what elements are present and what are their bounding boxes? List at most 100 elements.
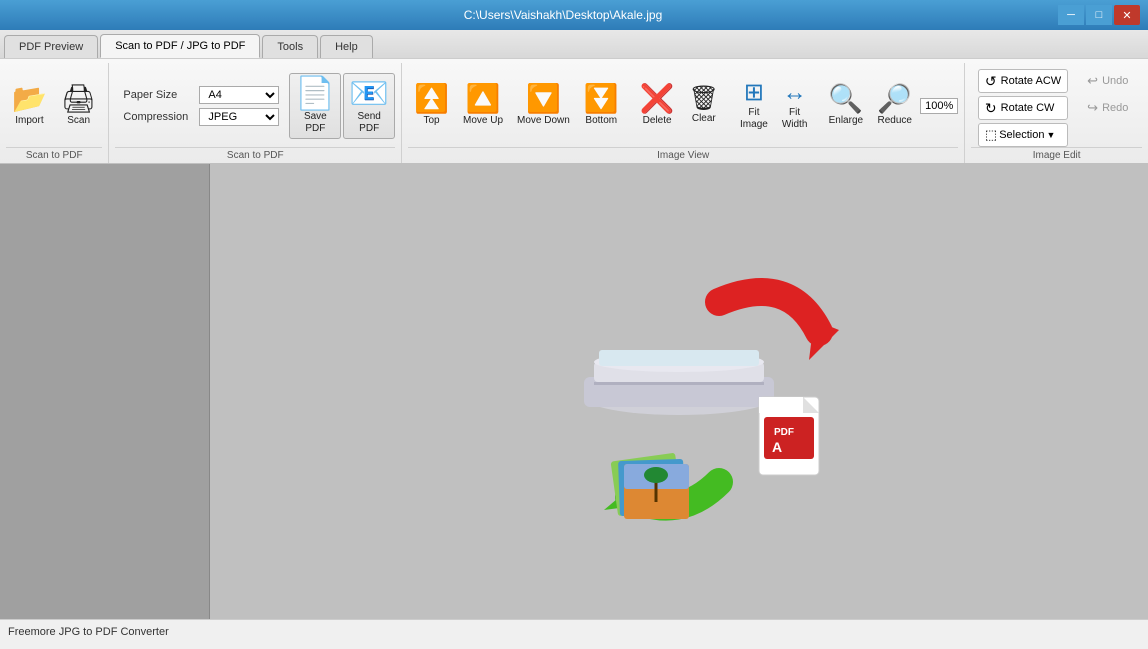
converter-graphic: PDF A: [519, 242, 839, 542]
rotate-acw-label: Rotate ACW: [1001, 75, 1062, 87]
zoom-display: 100%: [920, 98, 958, 114]
bottom-label: Bottom: [585, 115, 617, 127]
save-pdf-label: SavePDF: [304, 111, 327, 135]
move-down-icon: 🔽: [526, 85, 561, 113]
import-icon: 📂: [12, 85, 47, 113]
main-area: PDF A: [0, 164, 1148, 619]
fit-width-label: FitWidth: [782, 107, 808, 131]
top-icon: ⏫: [414, 85, 449, 113]
save-pdf-button[interactable]: 📄 SavePDF: [289, 73, 341, 139]
tab-help[interactable]: Help: [320, 35, 373, 58]
reduce-icon: 🔎: [877, 85, 912, 113]
rotate-col: ↺ Rotate ACW ↻ Rotate CW ⬚ Selection ▼: [978, 69, 1068, 147]
fit-width-icon: ↔: [783, 81, 807, 105]
redo-label: Redo: [1102, 102, 1128, 114]
clear-icon: 🗑: [689, 87, 719, 111]
image-edit-label: Image Edit: [971, 147, 1142, 163]
close-button[interactable]: ✕: [1114, 5, 1140, 25]
minimize-button[interactable]: ─: [1058, 5, 1084, 25]
scan-button[interactable]: 🖨 Scan: [55, 76, 103, 136]
move-up-label: Move Up: [463, 115, 503, 127]
fit-image-icon: ⊞: [744, 81, 764, 105]
send-pdf-icon: 📧: [349, 77, 389, 109]
ribbon-section-pdf-options: Paper Size A4 A3 Letter Legal Compressio…: [109, 63, 402, 163]
image-view-label: Image View: [408, 147, 958, 163]
send-pdf-label: SendPDF: [358, 111, 381, 135]
bottom-icon: ⏬: [584, 85, 619, 113]
undo-label: Undo: [1102, 75, 1128, 87]
pdf-options-buttons: Paper Size A4 A3 Letter Legal Compressio…: [115, 65, 395, 147]
paper-size-select[interactable]: A4 A3 Letter Legal: [199, 86, 279, 104]
rotate-cw-button[interactable]: ↻ Rotate CW: [978, 96, 1068, 120]
paper-size-label: Paper Size: [123, 89, 193, 101]
image-edit-buttons: ↺ Rotate ACW ↻ Rotate CW ⬚ Selection ▼: [978, 65, 1135, 147]
tab-scan-to-pdf[interactable]: Scan to PDF / JPG to PDF: [100, 34, 260, 58]
delete-label: Delete: [643, 115, 672, 127]
selection-icon: ⬚: [985, 127, 997, 143]
import-button[interactable]: 📂 Import: [6, 76, 53, 136]
scan-to-pdf-section-label: Scan to PDF: [115, 147, 395, 163]
import-scan-buttons: 📂 Import 🖨 Scan: [6, 65, 102, 147]
top-button[interactable]: ⏫ Top: [408, 76, 455, 136]
fit-image-label: FitImage: [740, 107, 768, 131]
svg-text:A: A: [772, 439, 782, 455]
selection-button[interactable]: ⬚ Selection ▼: [978, 123, 1068, 147]
tab-bar: PDF Preview Scan to PDF / JPG to PDF Too…: [0, 30, 1148, 58]
move-down-button[interactable]: 🔽 Move Down: [511, 76, 576, 136]
scan-icon: 🖨: [61, 85, 97, 113]
move-up-button[interactable]: 🔼 Move Up: [457, 76, 509, 136]
rotate-cw-icon: ↻: [985, 100, 997, 117]
title-bar: C:\Users\Vaishakh\Desktop\Akale.jpg ─ □ …: [0, 0, 1148, 30]
rotate-acw-button[interactable]: ↺ Rotate ACW: [978, 69, 1068, 93]
clear-button[interactable]: 🗑 Clear: [683, 76, 725, 136]
thumbnail-panel: [0, 164, 210, 619]
ribbon-section-image-view: ⏫ Top 🔼 Move Up 🔽 Move Down ⏬ Bottom ❌ D…: [402, 63, 965, 163]
ribbon-section-import-scan: 📂 Import 🖨 Scan Scan to PDF: [0, 63, 109, 163]
rotate-cw-label: Rotate CW: [1001, 102, 1055, 114]
scan-label: Scan: [67, 115, 90, 127]
send-pdf-button[interactable]: 📧 SendPDF: [343, 73, 395, 139]
enlarge-label: Enlarge: [829, 115, 863, 127]
window-controls: ─ □ ✕: [1058, 5, 1140, 25]
maximize-button[interactable]: □: [1086, 5, 1112, 25]
selection-dropdown-icon: ▼: [1046, 130, 1055, 140]
scan-to-pdf-label: Scan to PDF: [6, 147, 102, 163]
delete-button[interactable]: ❌ Delete: [634, 76, 681, 136]
status-text: Freemore JPG to PDF Converter: [8, 626, 169, 638]
redo-button[interactable]: ↪ Redo: [1080, 96, 1135, 120]
tab-tools[interactable]: Tools: [262, 35, 318, 58]
undo-redo-col: ↩ Undo ↪ Redo: [1080, 69, 1135, 147]
clear-label: Clear: [692, 113, 716, 125]
rotate-acw-icon: ↺: [985, 73, 997, 90]
reduce-label: Reduce: [877, 115, 911, 127]
save-pdf-icon: 📄: [295, 77, 335, 109]
redo-icon: ↪: [1087, 100, 1098, 116]
fit-width-button[interactable]: ↔ FitWidth: [776, 76, 814, 136]
move-up-icon: 🔼: [466, 85, 501, 113]
import-label: Import: [15, 115, 43, 127]
paper-size-row: Paper Size A4 A3 Letter Legal: [123, 86, 279, 104]
menu-area: PDF Preview Scan to PDF / JPG to PDF Too…: [0, 30, 1148, 59]
enlarge-icon: 🔍: [828, 85, 863, 113]
selection-label: Selection: [999, 129, 1044, 141]
ribbon: 📂 Import 🖨 Scan Scan to PDF Paper Size A…: [0, 59, 1148, 164]
window-title: C:\Users\Vaishakh\Desktop\Akale.jpg: [68, 8, 1058, 22]
delete-icon: ❌: [640, 85, 675, 113]
undo-button[interactable]: ↩ Undo: [1080, 69, 1135, 93]
tab-pdf-preview[interactable]: PDF Preview: [4, 35, 98, 58]
fit-image-button[interactable]: ⊞ FitImage: [734, 76, 774, 136]
ribbon-section-image-edit: ↺ Rotate ACW ↻ Rotate CW ⬚ Selection ▼: [965, 63, 1148, 163]
zoom-value: 100%: [925, 100, 953, 112]
bottom-button[interactable]: ⏬ Bottom: [578, 76, 625, 136]
undo-icon: ↩: [1087, 73, 1098, 89]
enlarge-button[interactable]: 🔍 Enlarge: [822, 76, 869, 136]
pdf-controls: Paper Size A4 A3 Letter Legal Compressio…: [115, 82, 287, 130]
compression-select[interactable]: JPEG LZW None: [199, 108, 279, 126]
edit-right: ↺ Rotate ACW ↻ Rotate CW ⬚ Selection ▼: [978, 69, 1135, 147]
svg-text:PDF: PDF: [774, 427, 794, 438]
image-view-buttons: ⏫ Top 🔼 Move Up 🔽 Move Down ⏬ Bottom ❌ D…: [408, 65, 958, 147]
content-area: PDF A: [210, 164, 1148, 619]
status-bar: Freemore JPG to PDF Converter: [0, 619, 1148, 643]
reduce-button[interactable]: 🔎 Reduce: [871, 76, 918, 136]
top-label: Top: [423, 115, 439, 127]
